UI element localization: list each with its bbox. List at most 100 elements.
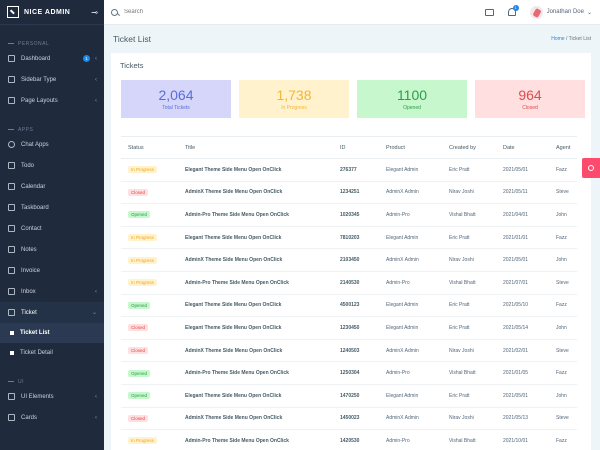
sidebar-item-label: Ticket List — [20, 330, 50, 336]
stat-label: Total Tickets — [162, 105, 190, 111]
id-cell: 2103450 — [333, 248, 379, 272]
column-header-title[interactable]: Title — [178, 136, 333, 159]
title-cell: Elegant Theme Side Menu Open OnClick — [178, 294, 333, 318]
gear-icon — [588, 165, 594, 171]
status-cell: Opened — [121, 361, 178, 385]
breadcrumb-home[interactable]: Home — [551, 36, 564, 42]
todo-icon — [8, 162, 15, 169]
status-cell: In Progress — [121, 248, 178, 272]
sidebar-item-chat-apps[interactable]: Chat Apps — [0, 134, 104, 155]
sidebar-item-cards[interactable]: Cards ‹ — [0, 407, 104, 428]
sidebar-subitem-ticket-list[interactable]: Ticket List — [0, 323, 104, 343]
sidebar-item-ticket[interactable]: Ticket ⌄ — [0, 302, 104, 323]
agent-cell: John — [549, 316, 577, 340]
search-input[interactable] — [124, 9, 274, 15]
avatar[interactable] — [529, 5, 543, 19]
stat-label: Opened — [403, 105, 421, 111]
table-row[interactable]: In Progress Admin-Pro Theme Side Menu Ope… — [121, 429, 577, 450]
stat-value: 1100 — [396, 87, 428, 103]
mail-icon[interactable] — [484, 8, 494, 16]
column-header-product[interactable]: Product — [379, 136, 442, 159]
status-cell: Opened — [121, 203, 178, 227]
sidebar: NICE ADMIN ⊸ PERSONAL Dashboard 1 ‹ Sideba… — [0, 0, 104, 450]
status-badge: In Progress — [128, 234, 158, 242]
table-row[interactable]: Opened Elegant Theme Side Menu Open OnCli… — [121, 384, 577, 408]
column-header-agent[interactable]: Agent — [549, 136, 577, 159]
stat-opened: 1100 Opened — [357, 80, 467, 118]
sidebar-item-page-layouts[interactable]: Page Layouts ‹ — [0, 90, 104, 111]
product-cell: AdminX Admin — [379, 181, 442, 205]
column-header-status[interactable]: Status — [121, 136, 178, 159]
key-icon[interactable]: ⊸ — [91, 8, 98, 17]
status-cell: Closed — [121, 339, 178, 363]
sidebar-item-invoice[interactable]: Invoice — [0, 260, 104, 281]
sidebar-item-inbox[interactable]: Inbox ‹ — [0, 281, 104, 302]
cards-icon — [8, 414, 15, 421]
invoice-icon — [8, 267, 15, 274]
sidebar-item-ui-elements[interactable]: UI Elements ‹ — [0, 386, 104, 407]
status-cell: In Progress — [121, 226, 178, 250]
chevron-down-icon[interactable]: ⌄ — [587, 9, 592, 16]
table-row[interactable]: Closed AdminX Theme Side Menu Open OnClic… — [121, 339, 577, 363]
created-by-cell: Nirav Joshi — [442, 248, 496, 272]
stat-closed: 964 Closed — [475, 80, 585, 118]
status-cell: In Progress — [121, 429, 178, 450]
bell-icon[interactable]: 1 — [507, 5, 519, 16]
table-row[interactable]: In Progress Elegant Theme Side Menu Open … — [121, 226, 577, 250]
table-row[interactable]: Closed AdminX Theme Side Menu Open OnClic… — [121, 181, 577, 205]
created-by-cell: Nirav Joshi — [442, 181, 496, 205]
sidebar-item-calendar[interactable]: Calendar — [0, 176, 104, 197]
table-row[interactable]: Opened Admin-Pro Theme Side Menu Open OnC… — [121, 361, 577, 385]
brand-name: NICE ADMIN — [24, 8, 71, 16]
column-header-created-by[interactable]: Created by — [442, 136, 496, 159]
status-badge: Opened — [128, 211, 151, 219]
sidebar-item-label: Chat Apps — [21, 141, 49, 148]
id-cell: 1234251 — [333, 181, 379, 205]
chevron-left-icon: ‹ — [95, 414, 97, 421]
status-badge: Closed — [128, 414, 149, 422]
status-badge: Closed — [128, 188, 149, 196]
sidebar-item-dashboard[interactable]: Dashboard 1 ‹ — [0, 48, 104, 69]
status-badge: Opened — [128, 301, 151, 309]
date-cell: 2021/10/01 — [496, 429, 549, 450]
table-row[interactable]: Opened Admin-Pro Theme Side Menu Open OnC… — [121, 203, 577, 227]
sidebar-item-notes[interactable]: Notes — [0, 239, 104, 260]
title-cell: Admin-Pro Theme Side Menu Open OnClick — [178, 271, 333, 295]
table-row[interactable]: Closed AdminX Theme Side Menu Open OnClic… — [121, 407, 577, 431]
taskboard-icon — [8, 204, 15, 211]
id-cell: 2140530 — [333, 271, 379, 295]
created-by-cell: Vishal Bhatt — [442, 361, 496, 385]
table-row[interactable]: In Progress Elegant Theme Side Menu Open … — [121, 158, 577, 182]
table-row[interactable]: In Progress Admin-Pro Theme Side Menu Ope… — [121, 271, 577, 295]
date-cell: 2021/05/01 — [496, 158, 549, 182]
sidebar-item-todo[interactable]: Todo — [0, 155, 104, 176]
sidebar-item-contact[interactable]: Contact — [0, 218, 104, 239]
search-icon[interactable] — [111, 8, 118, 16]
column-header-id[interactable]: ID — [333, 136, 379, 159]
nav-section-apps: APPS — [0, 111, 104, 134]
table-row[interactable]: Closed Elegant Theme Side Menu Open OnCli… — [121, 316, 577, 340]
agent-cell: Steve — [549, 339, 577, 363]
settings-toggle-button[interactable] — [582, 158, 600, 178]
stat-label: In Progress — [281, 105, 307, 111]
table-row[interactable]: In Progress AdminX Theme Side Menu Open O… — [121, 248, 577, 272]
sidebar-item-label: Notes — [21, 246, 37, 253]
product-cell: Elegant Admin — [379, 158, 442, 182]
user-name[interactable]: Jonathan Doe — [547, 9, 584, 15]
table-row[interactable]: Opened Elegant Theme Side Menu Open OnCli… — [121, 294, 577, 318]
contact-icon — [8, 225, 15, 232]
column-header-date[interactable]: Date — [496, 136, 549, 159]
created-by-cell: Eric Pratt — [442, 316, 496, 340]
inbox-icon — [8, 288, 15, 295]
id-cell: 7810203 — [333, 226, 379, 250]
stat-value: 2,064 — [158, 87, 194, 103]
sidebar-item-sidebar-type[interactable]: Sidebar Type ‹ — [0, 69, 104, 90]
sidebar-item-label: Taskboard — [21, 204, 49, 211]
layout-icon — [8, 97, 15, 104]
sidebar-item-taskboard[interactable]: Taskboard — [0, 197, 104, 218]
brand[interactable]: NICE ADMIN ⊸ — [0, 0, 104, 25]
sidebar-subitem-ticket-detail[interactable]: Ticket Detail — [0, 343, 104, 363]
brand-logo-icon — [7, 6, 19, 18]
product-cell: Elegant Admin — [379, 384, 442, 408]
sidebar-item-label: Contact — [21, 225, 42, 232]
